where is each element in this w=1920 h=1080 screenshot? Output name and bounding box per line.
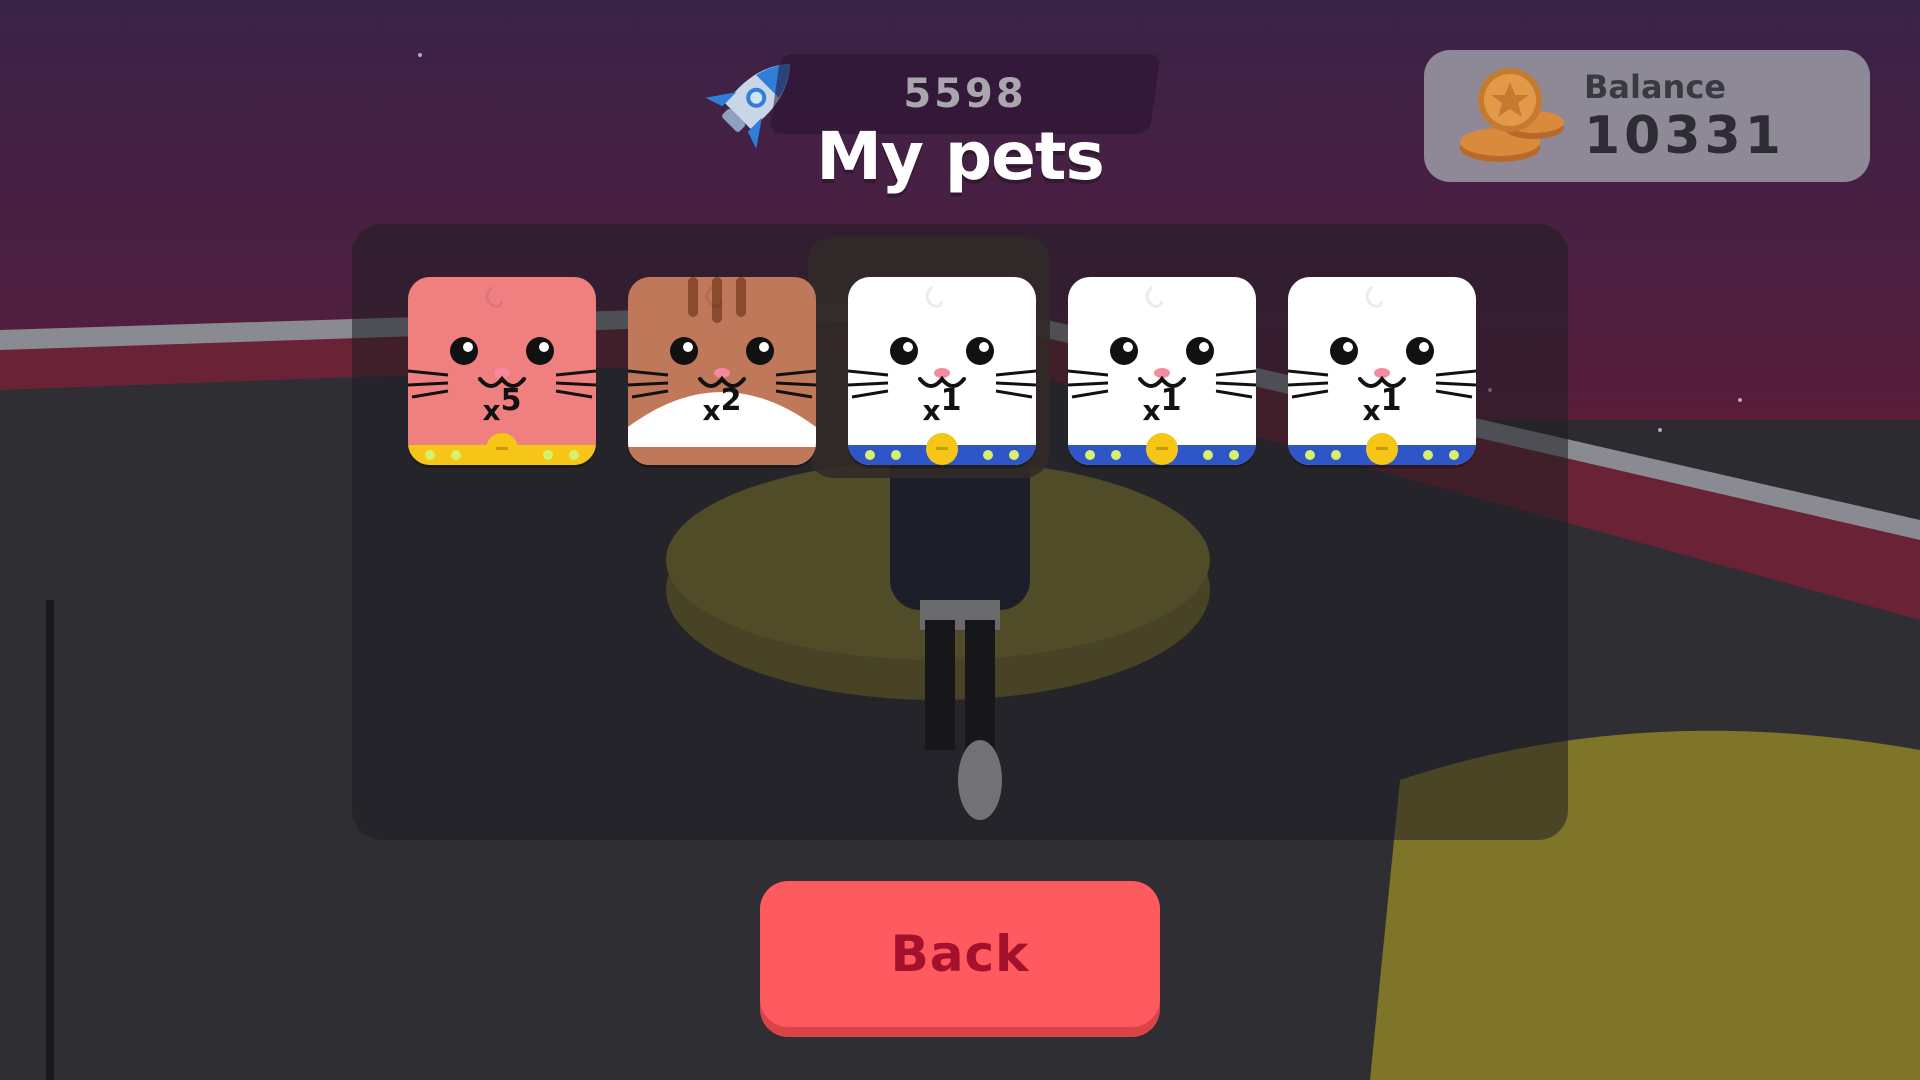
- cat-face-icon: [628, 277, 816, 465]
- pet-count-value: 2: [720, 383, 742, 418]
- pets-panel: x5 x2 x1 x1 x1: [352, 224, 1568, 840]
- back-button[interactable]: Back: [760, 881, 1160, 1027]
- pet-list: x5 x2 x1 x1 x1: [408, 277, 1508, 467]
- pet-count-value: 1: [1380, 383, 1402, 418]
- balance-label: Balance: [1584, 68, 1726, 106]
- pet-card-tabby-cat[interactable]: x2: [628, 277, 816, 465]
- coins-icon: [1460, 68, 1564, 162]
- pet-count: x1: [848, 383, 1036, 428]
- pet-count-value: 5: [500, 383, 522, 418]
- pet-count-prefix: x: [1142, 394, 1161, 427]
- cat-face-icon: [1288, 285, 1476, 465]
- cat-face-icon: [1068, 285, 1256, 465]
- pet-card-white-cat[interactable]: x1: [1288, 277, 1476, 465]
- pet-count: x5: [408, 383, 596, 428]
- pet-count: x2: [628, 383, 816, 428]
- cat-face-icon: [848, 285, 1036, 465]
- pet-count: x1: [1288, 383, 1476, 428]
- page-title: My pets: [816, 118, 1105, 195]
- pet-count-value: 1: [940, 383, 962, 418]
- pet-count-prefix: x: [702, 394, 721, 427]
- pet-count-value: 1: [1160, 383, 1182, 418]
- cat-face-icon: [408, 285, 596, 465]
- pet-count-prefix: x: [922, 394, 941, 427]
- balance-panel: Balance 10331: [1424, 50, 1870, 182]
- pet-count-prefix: x: [482, 394, 501, 427]
- pet-count: x1: [1068, 383, 1256, 428]
- pet-card-white-cat[interactable]: x1: [1068, 277, 1256, 465]
- pet-card-white-cat[interactable]: x1: [848, 277, 1036, 465]
- balance-value: 10331: [1584, 106, 1785, 166]
- pet-card-pink-cat[interactable]: x5: [408, 277, 596, 465]
- pet-count-prefix: x: [1362, 394, 1381, 427]
